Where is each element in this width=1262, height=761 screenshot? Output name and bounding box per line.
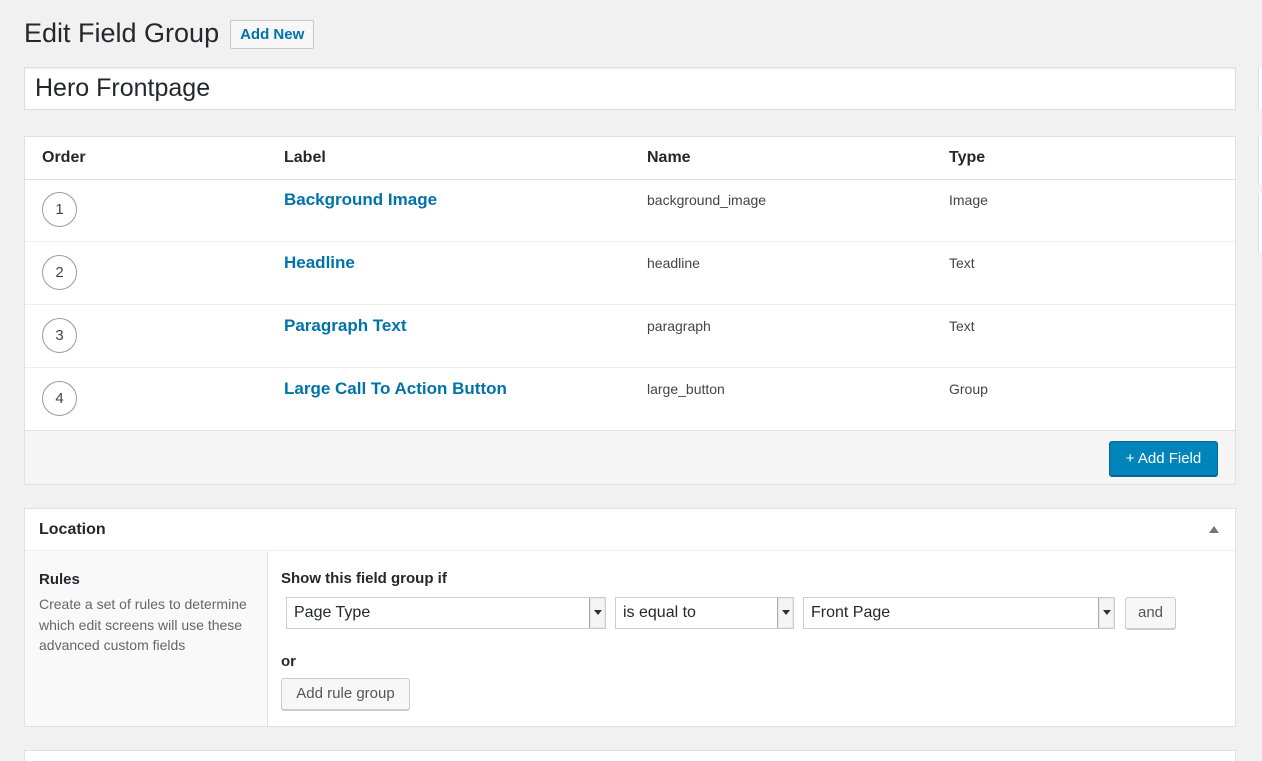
or-label: or (281, 653, 296, 670)
field-name: background_image (647, 192, 767, 208)
rule-operator-select[interactable]: is equal to (615, 597, 794, 629)
field-order-handle[interactable]: 4 (42, 381, 77, 416)
dropdown-arrow-icon (589, 598, 605, 628)
field-type: Text (949, 255, 975, 271)
column-header-name: Name (647, 149, 691, 166)
field-label-link[interactable]: Paragraph Text (284, 316, 407, 336)
field-name: headline (647, 255, 700, 271)
rule-param-select[interactable]: Page Type (286, 597, 606, 629)
field-label-link[interactable]: Large Call To Action Button (284, 379, 507, 399)
field-type: Image (949, 192, 988, 208)
rule-value-value: Front Page (811, 604, 891, 621)
column-header-label: Label (284, 149, 326, 166)
show-if-label: Show this field group if (281, 570, 447, 587)
column-header-order: Order (42, 149, 86, 166)
table-row[interactable]: 4 Large Call To Action Button large_butt… (25, 368, 1235, 431)
rule-value-select[interactable]: Front Page (803, 597, 1115, 629)
location-panel-header[interactable]: Location (25, 509, 1235, 551)
field-name: large_button (647, 381, 725, 397)
field-label-link[interactable]: Headline (284, 253, 355, 273)
add-rule-group-button[interactable]: Add rule group (281, 678, 410, 710)
collapse-arrow-icon[interactable] (1209, 526, 1219, 533)
side-panel-edge (1258, 67, 1262, 110)
add-new-button[interactable]: Add New (230, 19, 315, 49)
page-header: Edit Field Group Add New (24, 18, 315, 49)
rules-description: Create a set of rules to determine which… (39, 596, 247, 654)
fields-table-footer: + Add Field (25, 430, 1235, 484)
table-row[interactable]: 2 Headline headline Text (25, 242, 1235, 305)
location-title: Location (39, 521, 106, 538)
column-header-type: Type (949, 149, 986, 166)
side-panel-edge (1258, 193, 1262, 253)
page-title: Edit Field Group (24, 18, 220, 48)
field-type: Group (949, 381, 988, 397)
field-group-title-input[interactable]: Hero Frontpage (24, 67, 1236, 110)
rule-operator-value: is equal to (623, 604, 696, 621)
field-order-handle[interactable]: 1 (42, 192, 77, 227)
dropdown-arrow-icon (777, 598, 793, 628)
settings-panel (24, 750, 1236, 761)
fields-table: Order Label Name Type 1 Background Image… (24, 136, 1236, 485)
side-panel-edge (1258, 136, 1262, 185)
rules-sidebar: Rules Create a set of rules to determine… (25, 551, 268, 726)
table-header: Order Label Name Type (25, 137, 1235, 180)
dropdown-arrow-icon (1098, 598, 1114, 628)
and-button[interactable]: and (1125, 597, 1176, 629)
field-order-handle[interactable]: 2 (42, 255, 77, 290)
add-field-button[interactable]: + Add Field (1109, 441, 1218, 476)
table-row[interactable]: 3 Paragraph Text paragraph Text (25, 305, 1235, 368)
field-type: Text (949, 318, 975, 334)
field-order-handle[interactable]: 3 (42, 318, 77, 353)
rules-title: Rules (39, 571, 80, 588)
field-name: paragraph (647, 318, 711, 334)
rule-param-value: Page Type (294, 604, 371, 621)
table-row[interactable]: 1 Background Image background_image Imag… (25, 179, 1235, 242)
location-panel: Location Rules Create a set of rules to … (24, 508, 1236, 727)
field-label-link[interactable]: Background Image (284, 190, 437, 210)
